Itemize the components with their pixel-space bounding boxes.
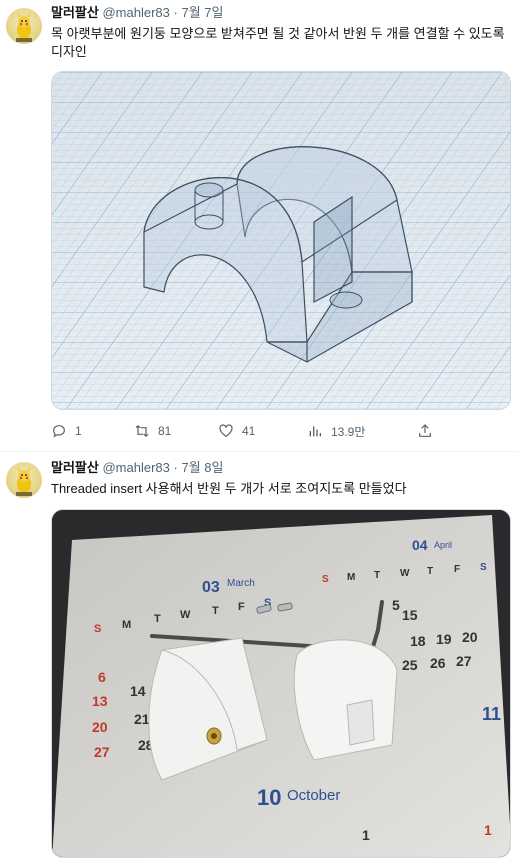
- author-name[interactable]: 말러팔산: [51, 5, 99, 20]
- day-header: T: [374, 570, 380, 581]
- retweet-count: 81: [158, 424, 172, 438]
- calendar-date: 21: [134, 711, 150, 727]
- calendar-date: 27: [94, 744, 110, 760]
- analytics-icon: [309, 426, 321, 437]
- author-handle[interactable]: @mahler83: [102, 5, 169, 20]
- calendar-date: 14: [130, 683, 146, 699]
- day-header: S: [322, 574, 329, 585]
- day-header: F: [454, 564, 460, 575]
- tweet-text: 목 아랫부분에 원기둥 모양으로 받쳐주면 될 것 같아서 반원 두 개를 연결…: [51, 26, 505, 59]
- calendar-month-october-num: 10: [257, 785, 281, 810]
- tweet-1[interactable]: 말러팔산 @mahler83 · 7월 7일 목 아랫부분에 원기둥 모양으로 …: [0, 0, 518, 452]
- calendar-date: 26: [430, 655, 446, 671]
- calendar-month-march-num: 03: [202, 579, 220, 596]
- retweet-icon: [135, 425, 149, 437]
- calendar-month-march-name: March: [227, 578, 255, 589]
- calendar-month-april-name: April: [434, 540, 452, 550]
- calendar-date: 13: [92, 693, 108, 709]
- like-count: 41: [242, 424, 256, 438]
- calendar-date: 27: [456, 653, 472, 669]
- calendar-date: 6: [98, 669, 106, 685]
- avatar[interactable]: [6, 8, 42, 44]
- calendar-date: 1: [484, 822, 492, 838]
- day-header: T: [427, 566, 433, 577]
- separator-dot: ·: [173, 5, 178, 20]
- author-handle[interactable]: @mahler83: [102, 460, 169, 475]
- calendar-date: 19: [436, 631, 452, 647]
- day-header: S: [94, 623, 101, 635]
- day-header: T: [154, 613, 161, 625]
- tweet-image-printed-parts[interactable]: 03 March 04 April 10 October S M T W T F…: [51, 509, 511, 858]
- day-header: M: [347, 572, 355, 583]
- day-header: M: [122, 619, 131, 631]
- calendar-date: 15: [402, 607, 418, 623]
- share-button[interactable]: [417, 421, 441, 441]
- views-count: 13.9만: [331, 424, 366, 439]
- tweet-header: 말러팔산 @mahler83 · 7월 8일: [51, 460, 223, 476]
- heart-icon: [219, 424, 233, 438]
- reply-button[interactable]: 1: [51, 421, 82, 441]
- tweet-actions: 1 81 41 13.9만: [51, 421, 511, 441]
- retweet-button[interactable]: 81: [134, 421, 171, 441]
- tweet-header: 말러팔산 @mahler83 · 7월 7일: [51, 5, 223, 21]
- views-button[interactable]: 13.9만: [307, 421, 365, 441]
- calendar-month-april-num: 04: [412, 537, 428, 553]
- calendar-date: 1: [362, 827, 370, 843]
- tweet-date[interactable]: 7월 8일: [181, 460, 223, 475]
- separator-dot: ·: [173, 460, 178, 475]
- reply-icon: [53, 425, 65, 438]
- tweet-image-3d-model[interactable]: [51, 71, 511, 410]
- day-header: S: [480, 562, 487, 573]
- tweet-text: Threaded insert 사용해서 반원 두 개가 서로 조여지도록 만들…: [51, 481, 407, 496]
- reply-count: 1: [75, 424, 82, 438]
- day-header: W: [400, 568, 410, 579]
- author-name[interactable]: 말러팔산: [51, 460, 99, 475]
- calendar-date: 5: [392, 597, 400, 613]
- calendar-date: 20: [462, 629, 478, 645]
- calendar-date: 20: [92, 719, 108, 735]
- calendar-date: 25: [402, 657, 418, 673]
- tweet-date[interactable]: 7월 7일: [181, 5, 223, 20]
- day-header: T: [212, 605, 219, 617]
- day-header: F: [238, 601, 245, 613]
- share-icon: [419, 424, 431, 437]
- like-button[interactable]: 41: [218, 421, 255, 441]
- day-header: W: [180, 609, 191, 621]
- calendar-date: 11: [482, 704, 501, 724]
- calendar-month-october-name: October: [287, 787, 340, 804]
- calendar-date: 18: [410, 633, 426, 649]
- avatar[interactable]: [6, 462, 42, 498]
